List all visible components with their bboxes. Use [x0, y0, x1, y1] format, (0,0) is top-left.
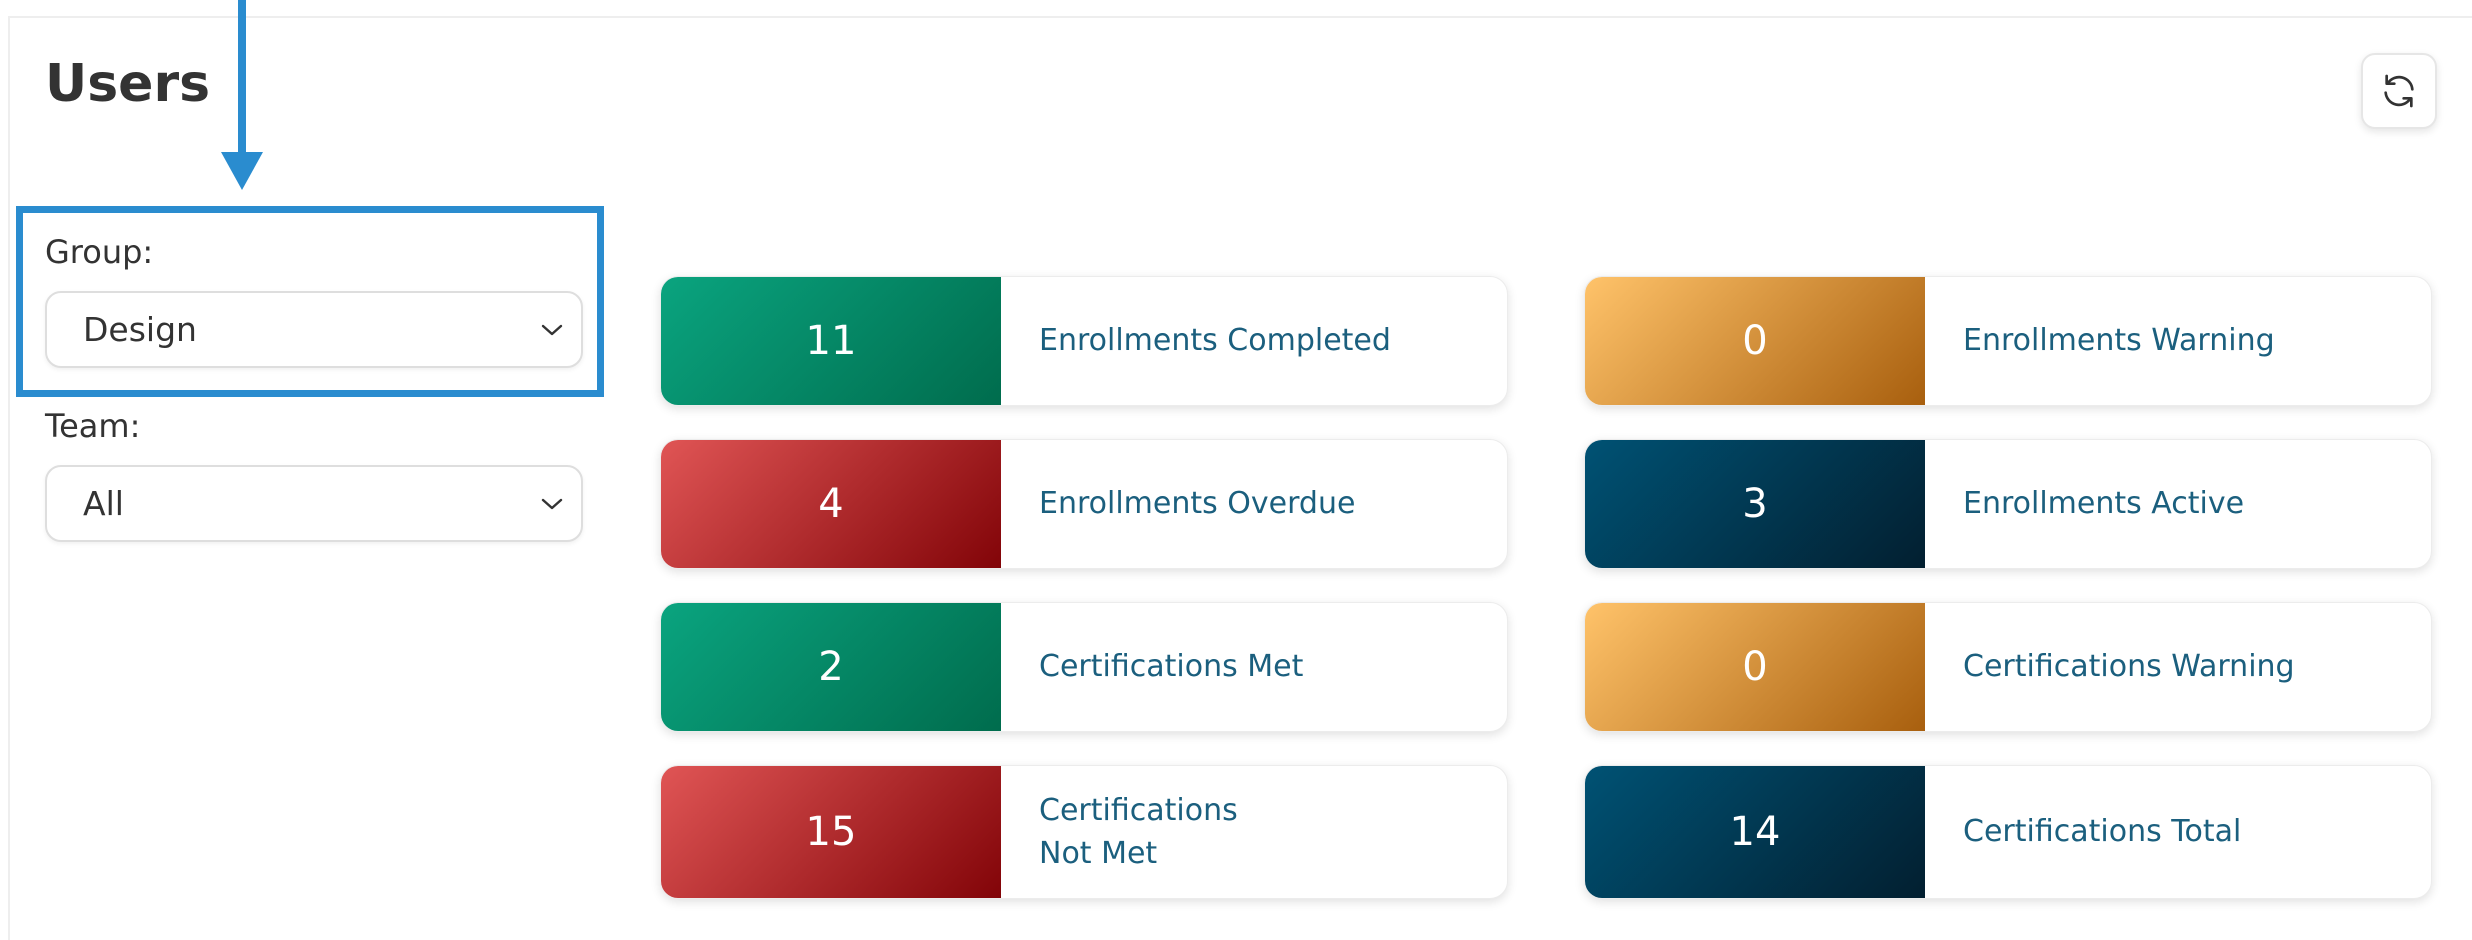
stat-card-certifications-met[interactable]: 2 Certifications Met [660, 602, 1508, 732]
chevron-down-icon [541, 324, 563, 335]
stat-label: Certifications Warning [1963, 649, 2295, 685]
refresh-icon [2384, 74, 2414, 108]
refresh-button[interactable] [2361, 53, 2437, 129]
group-select[interactable]: Design [45, 291, 583, 368]
stat-count: 11 [661, 277, 1001, 405]
chevron-down-icon [541, 498, 563, 509]
stat-count: 3 [1585, 440, 1925, 568]
stat-count: 0 [1585, 277, 1925, 405]
stat-card-certifications-total[interactable]: 14 Certifications Total [1584, 765, 2432, 899]
stat-label: Enrollments Warning [1963, 323, 2275, 359]
group-select-value: Design [83, 310, 197, 349]
stat-label: Certifications Not Met [1039, 792, 1238, 872]
stat-label: Certifications Total [1963, 814, 2242, 850]
stat-card-enrollments-completed[interactable]: 11 Enrollments Completed [660, 276, 1508, 406]
left-divider [8, 18, 10, 940]
stat-card-enrollments-warning[interactable]: 0 Enrollments Warning [1584, 276, 2432, 406]
page-title: Users [45, 54, 211, 114]
stat-card-enrollments-active[interactable]: 3 Enrollments Active [1584, 439, 2432, 569]
stat-label: Certifications Met [1039, 649, 1304, 685]
top-divider [8, 16, 2472, 18]
annotation-arrow-head [221, 152, 263, 190]
stat-count: 2 [661, 603, 1001, 731]
team-select-value: All [83, 484, 124, 523]
stat-count: 14 [1585, 766, 1925, 898]
stat-count: 0 [1585, 603, 1925, 731]
team-label: Team: [45, 407, 141, 445]
stat-card-enrollments-overdue[interactable]: 4 Enrollments Overdue [660, 439, 1508, 569]
stat-card-certifications-not-met[interactable]: 15 Certifications Not Met [660, 765, 1508, 899]
stat-label: Enrollments Active [1963, 486, 2245, 522]
stat-count: 15 [661, 766, 1001, 898]
stat-card-certifications-warning[interactable]: 0 Certifications Warning [1584, 602, 2432, 732]
stat-label: Enrollments Overdue [1039, 486, 1356, 522]
stat-count: 4 [661, 440, 1001, 568]
stat-label: Enrollments Completed [1039, 323, 1391, 359]
team-select[interactable]: All [45, 465, 583, 542]
annotation-arrow [238, 0, 246, 155]
group-label: Group: [45, 233, 154, 271]
